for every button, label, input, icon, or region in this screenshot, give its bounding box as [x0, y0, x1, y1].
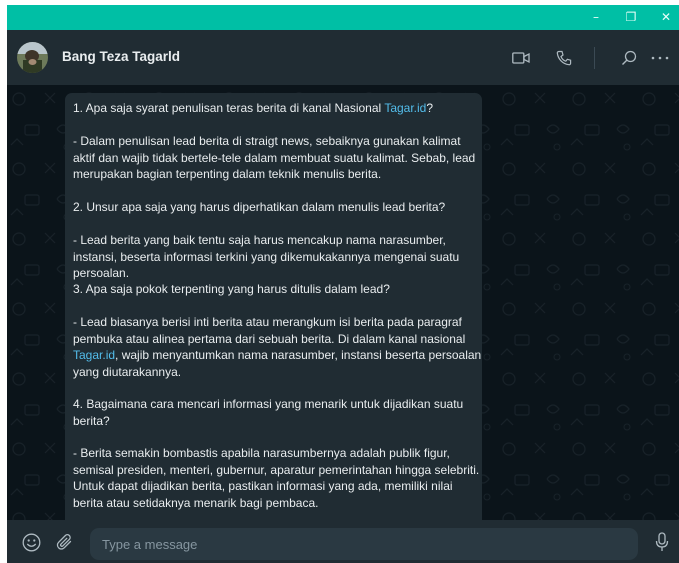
- attach-icon[interactable]: [54, 531, 76, 553]
- paragraph-text: - Lead berita yang baik tentu saja harus…: [73, 233, 460, 280]
- message-bubble[interactable]: 1. Apa saja syarat penulisan teras berit…: [65, 93, 482, 520]
- message-paragraph: 2. Unsur apa saja yang harus diperhatika…: [73, 199, 482, 216]
- title-bar: – ❐ ✕: [7, 5, 679, 30]
- voice-call-icon[interactable]: [553, 47, 575, 69]
- paragraph-text: - Dalam penulisan lead berita di straigt…: [73, 134, 476, 181]
- message-paragraph: - Berita semakin bombastis apabila naras…: [73, 445, 482, 511]
- message-paragraph: - Lead biasanya berisi inti berita atau …: [73, 314, 482, 380]
- paragraph-text: 2. Unsur apa saja yang harus diperhatika…: [73, 200, 446, 214]
- header-divider: [594, 47, 595, 69]
- microphone-icon[interactable]: [651, 531, 673, 553]
- message-link[interactable]: Tagar.id: [384, 101, 426, 115]
- message-link[interactable]: Tagar.id: [73, 348, 115, 362]
- chat-header: Bang Teza Tagarld: [7, 30, 679, 85]
- compose-bar: [7, 520, 679, 563]
- minimize-button[interactable]: –: [579, 5, 613, 30]
- paragraph-text: 3. Apa saja pokok terpenting yang harus …: [73, 282, 390, 296]
- message-paragraph: 4. Bagaimana cara mencari informasi yang…: [73, 396, 482, 429]
- paragraph-text: 1. Apa saja syarat penulisan teras berit…: [73, 101, 385, 115]
- paragraph-text: - Lead biasanya berisi inti berita atau …: [73, 315, 466, 346]
- close-button[interactable]: ✕: [649, 5, 679, 30]
- menu-icon[interactable]: [649, 47, 671, 69]
- contact-name[interactable]: Bang Teza Tagarld: [62, 49, 180, 64]
- message-paragraph: - Dalam penulisan lead berita di straigt…: [73, 133, 482, 183]
- paragraph-text: 4. Bagaimana cara mencari informasi yang…: [73, 397, 464, 428]
- message-paragraph: - Lead berita yang baik tentu saja harus…: [73, 232, 482, 282]
- maximize-button[interactable]: ❐: [614, 5, 648, 30]
- search-icon[interactable]: [618, 47, 640, 69]
- message-paragraph: 3. Apa saja pokok terpenting yang harus …: [73, 281, 482, 298]
- paragraph-text: - Berita semakin bombastis apabila naras…: [73, 446, 480, 510]
- avatar[interactable]: [17, 42, 48, 73]
- message-paragraph: 1. Apa saja syarat penulisan teras berit…: [73, 100, 482, 117]
- emoji-icon[interactable]: [20, 531, 42, 553]
- message-input[interactable]: [90, 528, 638, 560]
- paragraph-text: ?: [426, 101, 434, 115]
- app-window: – ❐ ✕ Bang Teza Tagarld 1. Apa saja syar…: [7, 5, 679, 563]
- paragraph-text: , wajib menyantumkan nama narasumber, in…: [73, 348, 482, 379]
- message-list[interactable]: 1. Apa saja syarat penulisan teras berit…: [7, 85, 679, 520]
- video-call-icon[interactable]: [510, 47, 532, 69]
